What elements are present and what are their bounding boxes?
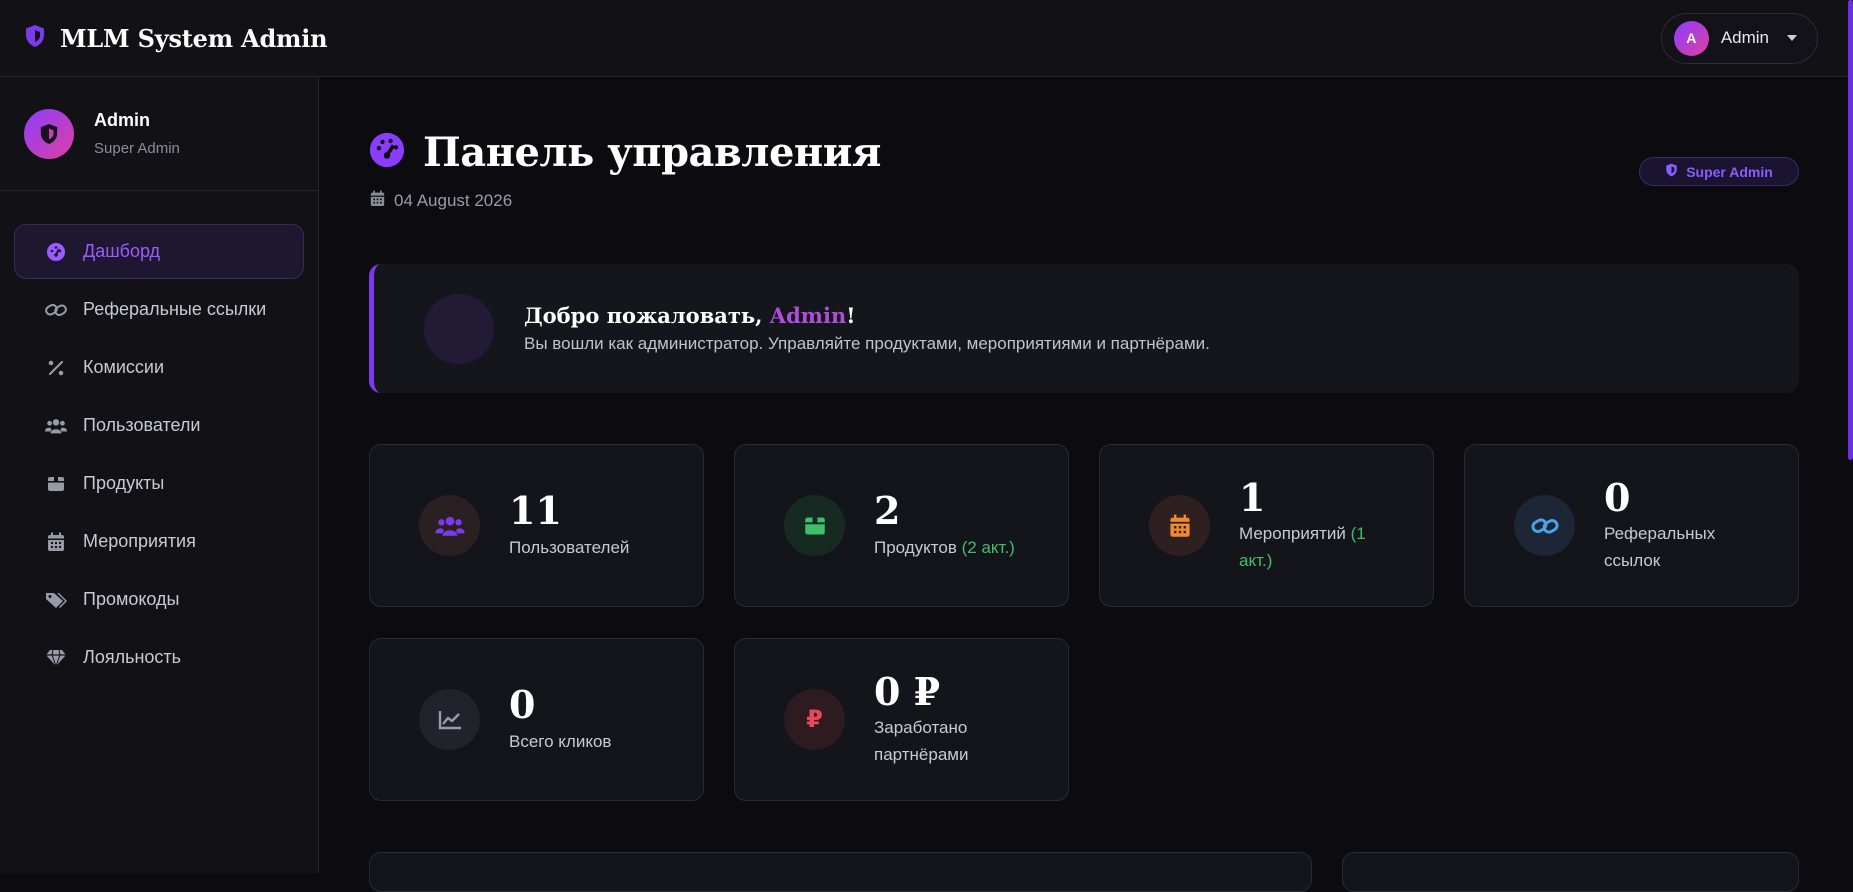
- link-icon: [1514, 495, 1575, 556]
- welcome-title: Добро пожаловать, Admin!: [524, 303, 1210, 328]
- panel-card: [369, 852, 1312, 892]
- ruble-icon: ₽: [784, 689, 845, 750]
- stat-value: 0 ₽: [874, 668, 941, 714]
- welcome-title-name: Admin: [769, 303, 847, 328]
- welcome-banner: Добро пожаловать, Admin! Вы вошли как ад…: [369, 264, 1799, 393]
- stat-card-events[interactable]: 1 Мероприятий (1 акт.): [1099, 444, 1434, 607]
- stat-card-products[interactable]: 2 Продуктов (2 акт.): [734, 444, 1069, 607]
- sidebar-item-label: Мероприятия: [83, 531, 196, 551]
- main-content: Панель управления 04 August 2026 Super A…: [320, 77, 1848, 892]
- chart-line-icon: [419, 689, 480, 750]
- stat-label: Пользователей: [509, 534, 699, 561]
- stat-label-text: Всего кликов: [509, 731, 612, 751]
- stat-label-text: Заработано партнёрами: [874, 718, 969, 765]
- brand[interactable]: MLM System Admin: [24, 23, 328, 53]
- sidebar-item-users[interactable]: Пользователи: [14, 398, 304, 453]
- sidebar-item-events[interactable]: Мероприятия: [14, 514, 304, 569]
- calendar-icon: [370, 190, 385, 212]
- role-badge: Super Admin: [1639, 157, 1799, 186]
- stat-label-text: Мероприятий: [1239, 524, 1346, 544]
- percent-icon: [45, 357, 67, 379]
- sidebar-item-label: Комиссии: [83, 357, 165, 377]
- stat-label: Продуктов (2 акт.): [874, 534, 1064, 561]
- stat-value: 2: [874, 488, 901, 534]
- stat-card-clicks[interactable]: 0 Всего кликов: [369, 638, 704, 801]
- sidebar-item-label: Продукты: [83, 473, 165, 493]
- stat-label: Мероприятий (1 акт.): [1239, 520, 1389, 574]
- sidebar-item-commissions[interactable]: Комиссии: [14, 340, 304, 395]
- link-icon: [45, 299, 67, 321]
- users-icon: [45, 415, 67, 437]
- sidebar: Admin Super Admin Дашборд Реферальные сс…: [0, 77, 319, 873]
- panel-card: [1342, 852, 1799, 892]
- sidebar-item-referral-links[interactable]: Реферальные ссылки: [14, 282, 304, 337]
- stat-label: Всего кликов: [509, 728, 699, 755]
- stat-value: 1: [1239, 474, 1266, 520]
- app-title: MLM System Admin: [60, 23, 328, 53]
- box-icon: [784, 495, 845, 556]
- sidebar-nav: Дашборд Реферальные ссылки Комиссии Поль…: [0, 191, 318, 685]
- shield-icon: [40, 123, 58, 144]
- stat-card-earnings[interactable]: ₽ 0 ₽ Заработано партнёрами: [734, 638, 1069, 801]
- dashboard-icon: [45, 241, 67, 263]
- chevron-down-icon: [1787, 35, 1797, 41]
- tags-icon: [45, 589, 67, 611]
- stat-label: Реферальных ссылок: [1604, 520, 1724, 574]
- calendar-icon: [1149, 495, 1210, 556]
- stat-label: Заработано партнёрами: [874, 714, 994, 768]
- sidebar-item-label: Лояльность: [83, 647, 182, 667]
- page-header: Панель управления 04 August 2026: [369, 129, 881, 212]
- avatar: A: [1673, 20, 1709, 56]
- profile-role: Super Admin: [94, 140, 180, 157]
- stat-label-text: Пользователей: [509, 537, 630, 557]
- sidebar-item-loyalty[interactable]: Лояльность: [14, 630, 304, 685]
- sidebar-item-label: Реферальные ссылки: [83, 299, 267, 319]
- shield-icon: [24, 24, 46, 53]
- page-title: Панель управления: [423, 129, 881, 176]
- welcome-title-suffix: !: [846, 303, 856, 328]
- stat-value: 11: [509, 488, 562, 534]
- sidebar-item-label: Дашборд: [83, 241, 161, 261]
- welcome-subtitle: Вы вошли как администратор. Управляйте п…: [524, 334, 1210, 353]
- welcome-title-prefix: Добро пожаловать,: [524, 303, 770, 328]
- welcome-avatar: [424, 293, 494, 364]
- stat-value: 0: [1604, 474, 1631, 520]
- shield-icon: [1665, 163, 1678, 180]
- stat-value: 0: [509, 682, 536, 728]
- user-menu-button[interactable]: A Admin: [1660, 12, 1818, 64]
- stat-card-referral-links[interactable]: 0 Реферальных ссылок: [1464, 444, 1799, 607]
- users-icon: [419, 495, 480, 556]
- current-date: 04 August 2026: [394, 191, 513, 210]
- dashboard-icon: [369, 132, 405, 173]
- box-icon: [45, 473, 67, 495]
- sidebar-item-label: Пользователи: [83, 415, 201, 435]
- stat-label-text: Реферальных ссылок: [1604, 524, 1716, 571]
- top-bar: MLM System Admin A Admin: [0, 0, 1853, 77]
- stat-label-extra: (2 акт.): [961, 537, 1015, 557]
- sidebar-item-dashboard[interactable]: Дашборд: [14, 224, 304, 279]
- sidebar-item-label: Промокоды: [83, 589, 180, 609]
- gem-icon: [45, 647, 67, 669]
- sidebar-item-products[interactable]: Продукты: [14, 456, 304, 511]
- sidebar-item-promocodes[interactable]: Промокоды: [14, 572, 304, 627]
- avatar: [24, 108, 74, 159]
- profile-name: Admin: [94, 110, 150, 130]
- stat-label-text: Продуктов: [874, 537, 957, 557]
- user-name: Admin: [1720, 28, 1769, 47]
- stat-card-users[interactable]: 11 Пользователей: [369, 444, 704, 607]
- calendar-icon: [45, 531, 67, 553]
- sidebar-profile: Admin Super Admin: [0, 77, 318, 191]
- scrollbar[interactable]: [1848, 0, 1853, 460]
- role-badge-label: Super Admin: [1686, 163, 1773, 180]
